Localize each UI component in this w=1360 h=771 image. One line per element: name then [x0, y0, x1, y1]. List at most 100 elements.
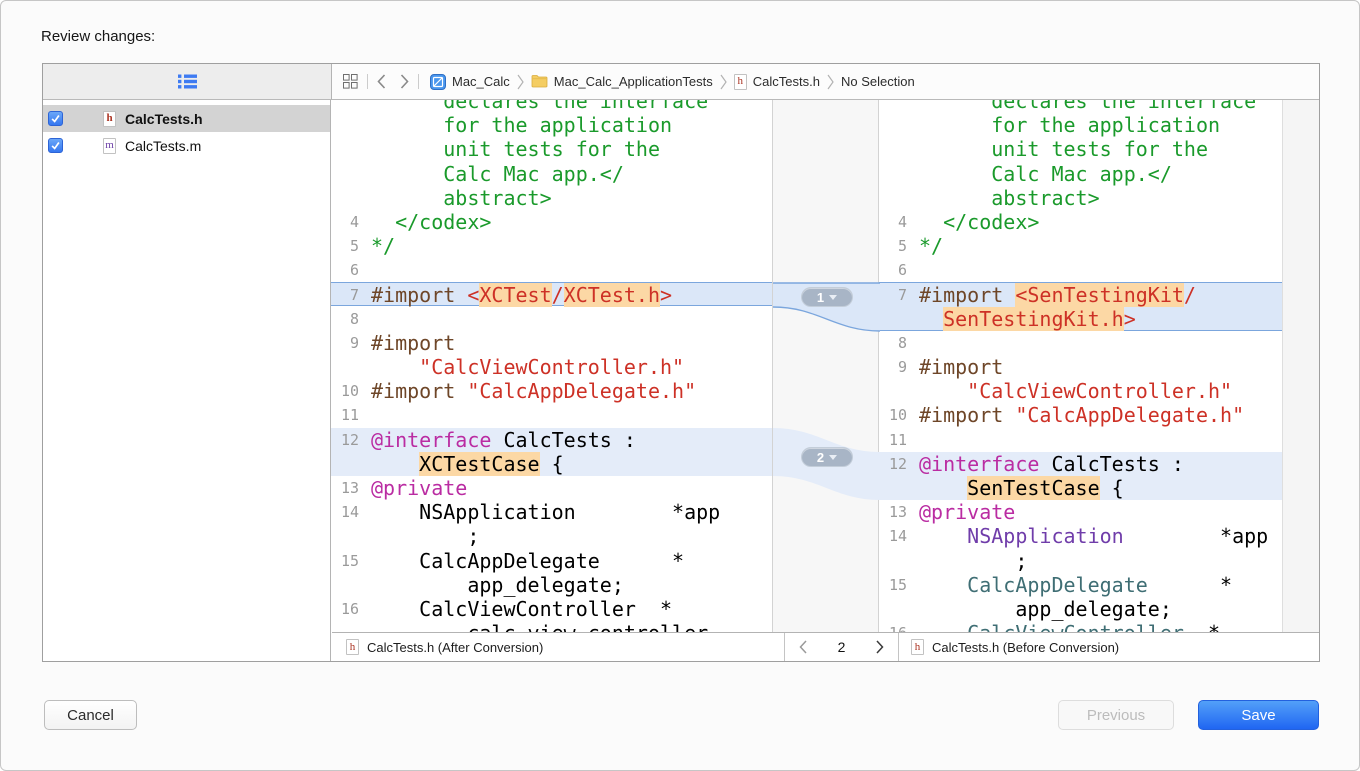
code-token: {: [540, 452, 564, 476]
line-number: [879, 476, 913, 500]
code-line: 10#import "CalcAppDelegate.h": [331, 379, 772, 403]
code-token: #import: [919, 403, 1015, 427]
code-token: #import: [371, 331, 455, 355]
line-number: [331, 524, 365, 548]
code-editor-after[interactable]: declares the interface for the applicati…: [331, 100, 772, 632]
checkbox-checked[interactable]: [48, 138, 63, 153]
code-token: unit tests for the: [371, 137, 660, 161]
code-line: 4 </codex>: [331, 210, 772, 234]
list-icon[interactable]: [178, 74, 197, 89]
code-token: {: [1100, 476, 1124, 500]
line-number: [879, 137, 913, 161]
code-text: app_delegate;: [913, 597, 1172, 621]
code-line: ;: [331, 524, 772, 548]
save-button[interactable]: Save: [1198, 700, 1319, 730]
chevron-right-icon: [827, 74, 834, 90]
code-text: @private: [913, 500, 1015, 524]
code-line: 6: [331, 258, 772, 282]
line-number: 13: [331, 476, 365, 500]
project-icon: [430, 74, 446, 90]
code-text: unit tests for the: [913, 137, 1208, 161]
code-text: [365, 307, 371, 331]
line-number: 6: [331, 258, 365, 282]
code-token: "CalcViewController.h": [967, 379, 1232, 403]
h-file-icon: h: [103, 111, 116, 127]
code-line: 5*/: [331, 234, 772, 258]
code-text: @private: [365, 476, 467, 500]
code-line: for the application: [879, 113, 1282, 137]
line-number: 12: [331, 428, 365, 452]
change-badge-2[interactable]: 2: [801, 447, 853, 467]
code-line: XCTestCase {: [331, 452, 772, 476]
divider: [367, 74, 368, 89]
jump-bar: Mac_Calc Mac_Calc_ApplicationTests h: [331, 64, 1319, 100]
code-text: */: [913, 234, 943, 258]
code-token: CalcAppDelegate: [967, 573, 1148, 597]
line-number: [331, 137, 365, 161]
code-token: </codex>: [371, 210, 491, 234]
code-token: #import: [371, 283, 467, 307]
breadcrumb-project[interactable]: Mac_Calc: [430, 74, 510, 90]
previous-button[interactable]: Previous: [1058, 700, 1174, 730]
code-token: calc_view_controller: [371, 621, 708, 632]
code-line: abstract>: [879, 186, 1282, 210]
next-change-icon[interactable]: [876, 640, 884, 654]
breadcrumb-selection[interactable]: No Selection: [841, 74, 915, 89]
code-text: ;: [913, 549, 1027, 573]
code-line: 13@private: [331, 476, 772, 500]
file-row-calctests-h[interactable]: h CalcTests.h: [43, 105, 330, 132]
code-token: for the application: [371, 113, 672, 137]
checkbox-checked[interactable]: [48, 111, 63, 126]
code-line: 9#import: [879, 355, 1282, 379]
cancel-button[interactable]: Cancel: [44, 700, 137, 730]
code-token: CalcTests :: [491, 428, 636, 452]
code-token: *: [1148, 573, 1232, 597]
code-token: */: [919, 234, 943, 258]
code-token: >: [1124, 307, 1136, 331]
code-line: 7#import <XCTest/XCTest.h>: [331, 283, 772, 307]
line-number: [879, 307, 913, 331]
code-line: 8: [331, 307, 772, 331]
code-text: #import <SenTestingKit/: [913, 283, 1196, 307]
line-number: 9: [331, 331, 365, 355]
code-line: 15 CalcAppDelegate *: [331, 549, 772, 573]
code-editor-before[interactable]: declares the interface for the applicati…: [879, 100, 1282, 632]
code-token: declares the interface: [919, 100, 1256, 113]
divider: [418, 74, 419, 89]
code-line: SenTestingKit.h>: [879, 307, 1282, 331]
code-token: /: [552, 283, 564, 307]
line-number: 12: [879, 452, 913, 476]
previous-change-icon[interactable]: [799, 640, 807, 654]
related-items-icon[interactable]: [343, 74, 358, 89]
code-token: NSApplication: [967, 524, 1124, 548]
code-line: 13@private: [879, 500, 1282, 524]
h-file-icon: h: [911, 639, 924, 655]
before-file-label: h CalcTests.h (Before Conversion): [899, 639, 1319, 655]
code-line: declares the interface: [879, 100, 1282, 113]
back-icon[interactable]: [377, 74, 386, 89]
code-line: 11: [331, 403, 772, 427]
code-line: SenTestCase {: [879, 476, 1282, 500]
file-row-calctests-m[interactable]: m CalcTests.m: [43, 132, 330, 159]
code-token: @interface: [371, 428, 491, 452]
line-number: [879, 162, 913, 186]
sidebar-header: [43, 64, 331, 100]
line-number: 7: [331, 283, 365, 307]
line-number: 5: [331, 234, 365, 258]
breadcrumb-group[interactable]: Mac_Calc_ApplicationTests: [531, 74, 713, 89]
code-line: "CalcViewController.h": [331, 355, 772, 379]
code-line: 10#import "CalcAppDelegate.h": [879, 403, 1282, 427]
change-badge-1[interactable]: 1: [801, 287, 853, 307]
line-number: 16: [879, 621, 913, 632]
line-number: 8: [331, 307, 365, 331]
code-line: 12@interface CalcTests :: [879, 452, 1282, 476]
forward-icon[interactable]: [400, 74, 409, 89]
code-text: #import <XCTest/XCTest.h>: [365, 283, 672, 307]
line-number: 6: [879, 258, 913, 282]
code-line: calc_view_controller: [331, 621, 772, 632]
code-token: */: [371, 234, 395, 258]
code-token: "CalcAppDelegate.h": [467, 379, 696, 403]
breadcrumb-file[interactable]: h CalcTests.h: [734, 74, 820, 90]
code-token: for the application: [919, 113, 1220, 137]
line-number: 15: [879, 573, 913, 597]
